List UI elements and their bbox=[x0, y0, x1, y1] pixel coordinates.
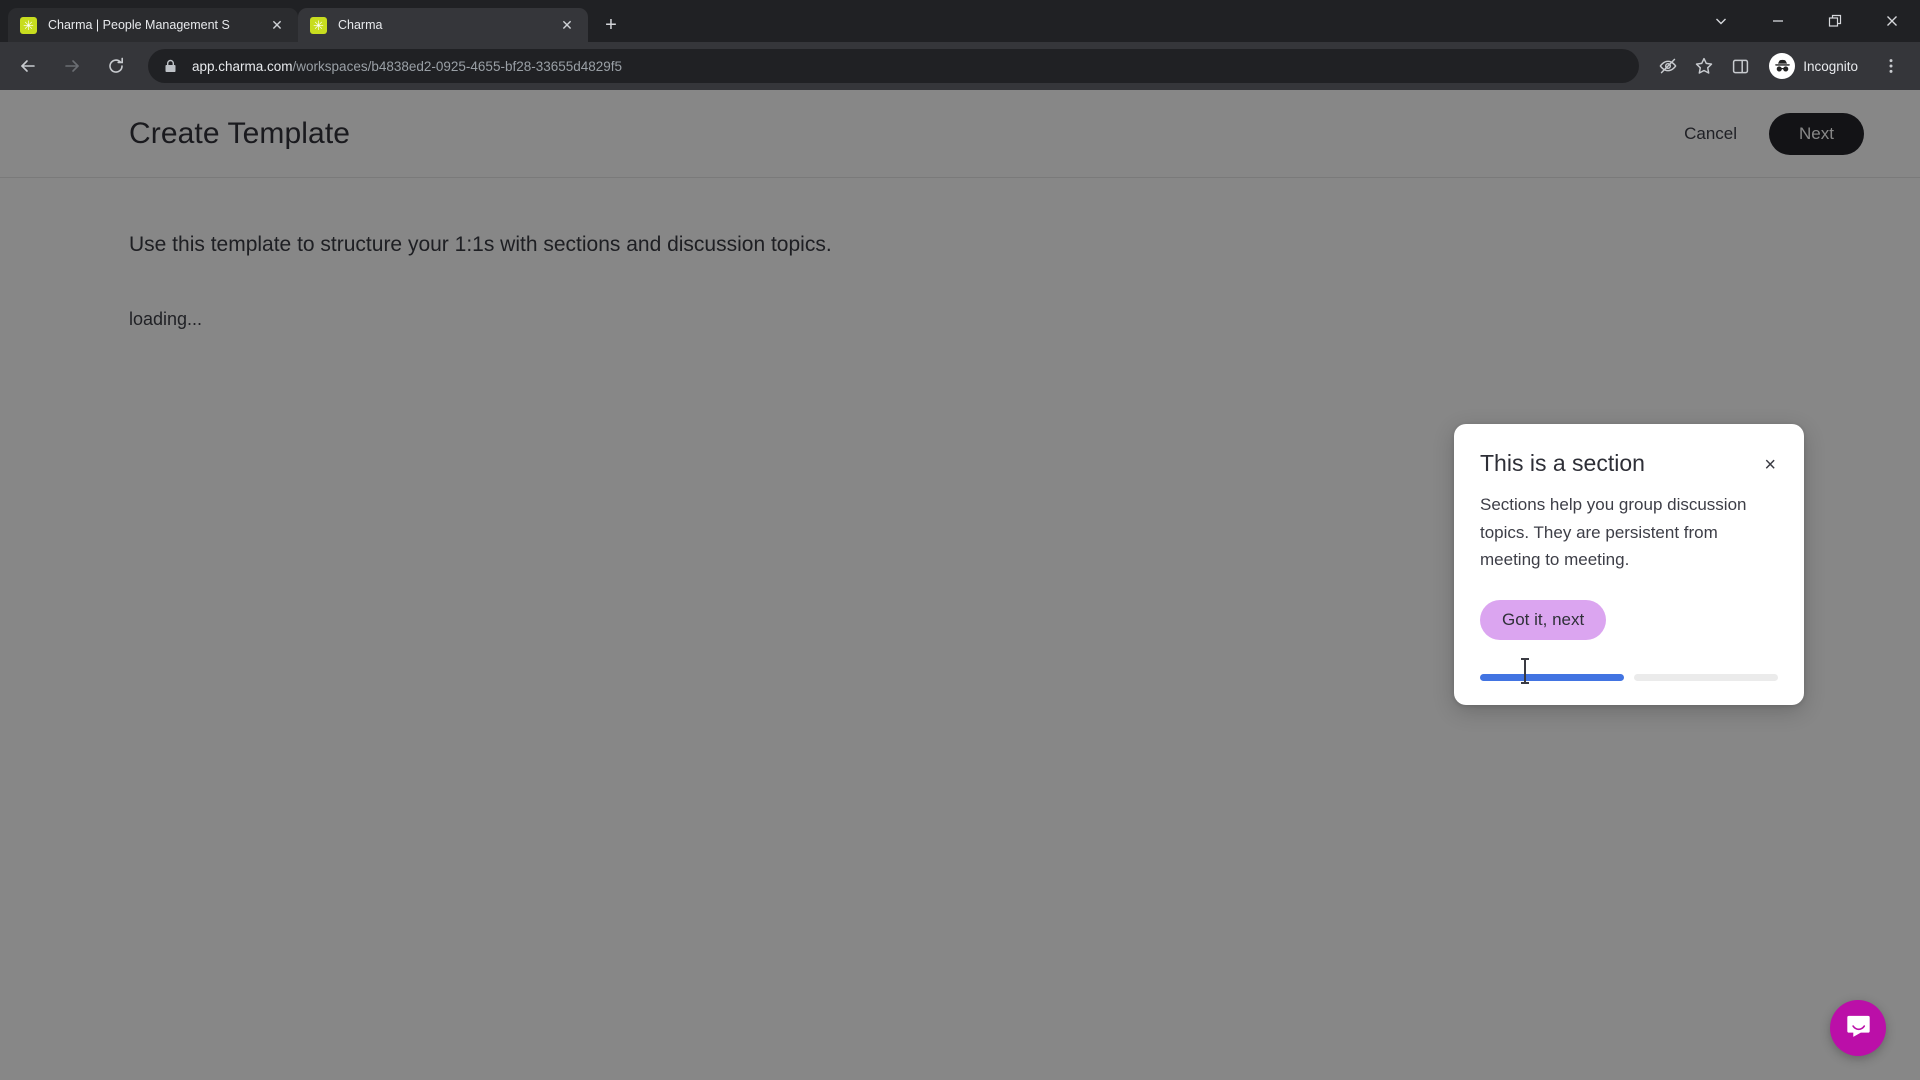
got-it-next-button[interactable]: Got it, next bbox=[1480, 599, 1607, 640]
loading-indicator: loading... bbox=[129, 309, 203, 330]
maximize-icon[interactable] bbox=[1806, 0, 1863, 42]
page-viewport: Create Template Cancel Next Use this tem… bbox=[0, 90, 1920, 1080]
page-title: Create Template bbox=[129, 116, 351, 150]
close-icon[interactable]: ✕ bbox=[266, 14, 288, 36]
three-dot-menu-icon[interactable] bbox=[1874, 49, 1908, 83]
intercom-launcher-button[interactable] bbox=[1830, 1000, 1886, 1056]
address-bar-url: app.charma.com/workspaces/b4838ed2-0925-… bbox=[192, 59, 1627, 74]
chat-bubble-icon bbox=[1845, 1012, 1872, 1044]
profile-incognito-chip[interactable]: Incognito bbox=[1765, 49, 1872, 83]
browser-tab-1[interactable]: ✳ Charma | People Management S ✕ bbox=[8, 8, 298, 42]
side-panel-icon[interactable] bbox=[1723, 49, 1757, 83]
window-controls bbox=[1692, 0, 1920, 42]
browser-tab-2[interactable]: ✳ Charma ✕ bbox=[298, 8, 588, 42]
profile-label: Incognito bbox=[1803, 58, 1858, 74]
bookmark-star-icon[interactable] bbox=[1687, 49, 1721, 83]
charma-star-icon: ✳ bbox=[310, 16, 327, 34]
minimize-icon[interactable] bbox=[1749, 0, 1806, 42]
template-description: Use this template to structure your 1:1s… bbox=[129, 233, 832, 256]
toolbar-icons: Incognito bbox=[1651, 49, 1908, 83]
tab-search-chevron-icon[interactable] bbox=[1692, 0, 1749, 42]
close-window-icon[interactable] bbox=[1863, 0, 1920, 42]
close-icon[interactable]: × bbox=[1762, 453, 1778, 477]
incognito-hat-icon bbox=[1769, 53, 1796, 79]
browser-tab-2-title: Charma bbox=[338, 18, 383, 32]
page-body: Use this template to structure your 1:1s… bbox=[0, 178, 1920, 330]
text-cursor bbox=[1521, 658, 1529, 684]
close-icon[interactable]: ✕ bbox=[556, 14, 578, 36]
back-arrow-icon[interactable] bbox=[9, 47, 47, 85]
browser-toolbar: app.charma.com/workspaces/b4838ed2-0925-… bbox=[0, 42, 1920, 90]
header-actions: Cancel Next bbox=[1678, 112, 1864, 155]
progress-step-1 bbox=[1480, 673, 1624, 681]
progress-step-2 bbox=[1634, 673, 1778, 681]
popover-body-text: Sections help you group discussion topic… bbox=[1480, 495, 1747, 570]
next-button[interactable]: Next bbox=[1769, 112, 1864, 155]
browser-tab-1-title: Charma | People Management S bbox=[48, 18, 230, 32]
eye-off-icon[interactable] bbox=[1651, 49, 1685, 83]
site-info-lock-icon[interactable] bbox=[164, 59, 178, 73]
onboarding-popover: This is a section × Sections help you gr… bbox=[1454, 424, 1804, 705]
address-bar[interactable]: app.charma.com/workspaces/b4838ed2-0925-… bbox=[148, 49, 1640, 83]
popover-title: This is a section bbox=[1480, 450, 1645, 476]
reload-icon[interactable] bbox=[97, 47, 135, 85]
url-path: /workspaces/b4838ed2-0925-4655-bf28-3365… bbox=[292, 58, 623, 74]
forward-arrow-icon[interactable] bbox=[53, 47, 91, 85]
new-tab-button[interactable]: + bbox=[596, 10, 626, 40]
cancel-button[interactable]: Cancel bbox=[1678, 116, 1743, 152]
browser-window: ✳ Charma | People Management S ✕ ✳ Charm… bbox=[0, 0, 1920, 1080]
tab-strip: ✳ Charma | People Management S ✕ ✳ Charm… bbox=[0, 0, 1920, 42]
url-domain: app.charma.com bbox=[192, 58, 293, 74]
popover-header: This is a section × bbox=[1480, 450, 1778, 477]
page-header: Create Template Cancel Next bbox=[0, 90, 1920, 178]
charma-star-icon: ✳ bbox=[20, 16, 37, 34]
